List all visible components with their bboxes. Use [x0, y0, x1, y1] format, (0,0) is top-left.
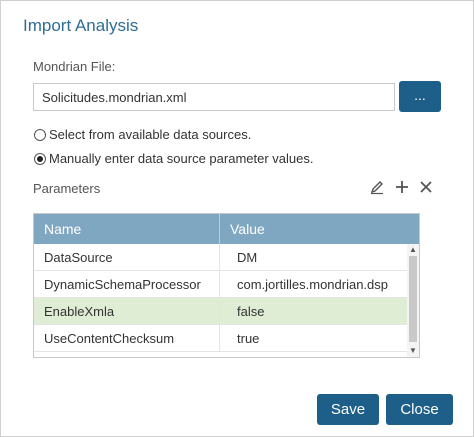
mondrian-file-label: Mondrian File: [33, 59, 116, 74]
grid-scrollbar[interactable]: ▲ ▼ [407, 244, 419, 357]
cell-name[interactable]: UseContentChecksum [34, 325, 220, 352]
scroll-thumb[interactable] [409, 256, 417, 342]
edit-icon[interactable] [369, 179, 385, 195]
cell-value[interactable]: DM [220, 244, 407, 271]
dialog-title: Import Analysis [23, 16, 139, 35]
parameters-label: Parameters [33, 181, 101, 196]
radio-label: Manually enter data source parameter val… [49, 151, 314, 166]
radio-label: Select from available data sources. [49, 127, 252, 142]
cell-value[interactable]: false [220, 298, 407, 325]
radio-manual-parameters[interactable]: Manually enter data source parameter val… [34, 151, 313, 166]
cell-name[interactable]: EnableXmla [34, 298, 220, 325]
delete-icon[interactable] [418, 179, 434, 195]
scroll-up-icon[interactable]: ▲ [407, 245, 419, 255]
parameters-grid: Name Value DataSource DM DynamicSchemaPr… [33, 213, 420, 358]
browse-button[interactable]: ... [399, 81, 441, 112]
cell-name[interactable]: DataSource [34, 244, 220, 271]
column-header-value[interactable]: Value [220, 214, 419, 244]
table-row-selected[interactable]: EnableXmla false [34, 298, 407, 325]
cell-value[interactable]: true [220, 325, 407, 352]
radio-checked-icon[interactable] [34, 152, 46, 165]
add-icon[interactable] [394, 179, 410, 195]
cell-value[interactable]: com.jortilles.mondrian.dsp [220, 271, 407, 298]
grid-rows: DataSource DM DynamicSchemaProcessor com… [34, 244, 407, 352]
table-row[interactable]: DynamicSchemaProcessor com.jortilles.mon… [34, 271, 407, 298]
radio-unchecked-icon[interactable] [34, 128, 46, 141]
table-row[interactable]: UseContentChecksum true [34, 325, 407, 352]
scroll-down-icon[interactable]: ▼ [407, 346, 419, 356]
save-button[interactable]: Save [317, 394, 379, 425]
table-row[interactable]: DataSource DM [34, 244, 407, 271]
close-button[interactable]: Close [386, 394, 453, 425]
import-analysis-dialog: Import Analysis Mondrian File: ... Selec… [0, 0, 474, 437]
radio-select-data-source[interactable]: Select from available data sources. [34, 127, 251, 142]
grid-header: Name Value [34, 214, 419, 244]
cell-name[interactable]: DynamicSchemaProcessor [34, 271, 220, 298]
column-header-name[interactable]: Name [34, 214, 220, 244]
mondrian-file-input[interactable] [33, 83, 395, 111]
